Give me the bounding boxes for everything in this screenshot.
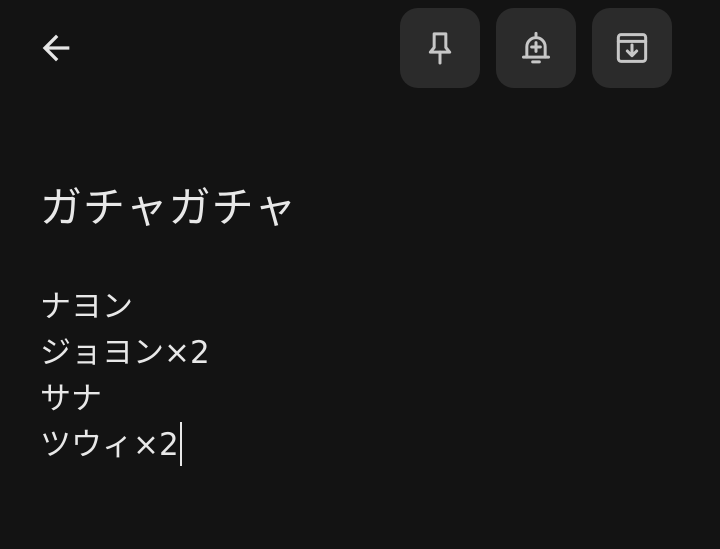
- arrow-left-icon: [42, 34, 70, 62]
- archive-button[interactable]: [592, 8, 672, 88]
- note-line: サナ: [40, 381, 102, 417]
- note-line-text: ツウィ×2: [40, 427, 179, 463]
- pin-icon: [428, 32, 452, 65]
- note-editor-screen: ガチャガチャ ナヨン ジョヨン×2 サナ ツウィ×2: [0, 0, 720, 549]
- note-line: ジョヨン×2: [40, 335, 210, 371]
- note-line: ナヨン: [40, 289, 133, 325]
- archive-icon: [616, 33, 648, 63]
- reminder-button[interactable]: [496, 8, 576, 88]
- note-toolbar: [400, 8, 672, 88]
- back-button[interactable]: [26, 18, 86, 78]
- note-title[interactable]: ガチャガチャ: [40, 178, 297, 238]
- text-cursor: [179, 421, 182, 466]
- bell-plus-icon: [522, 31, 550, 64]
- note-body-editor[interactable]: ナヨン ジョヨン×2 サナ ツウィ×2: [40, 284, 680, 468]
- pin-button[interactable]: [400, 8, 480, 88]
- note-line-last: ツウィ×2: [40, 421, 680, 468]
